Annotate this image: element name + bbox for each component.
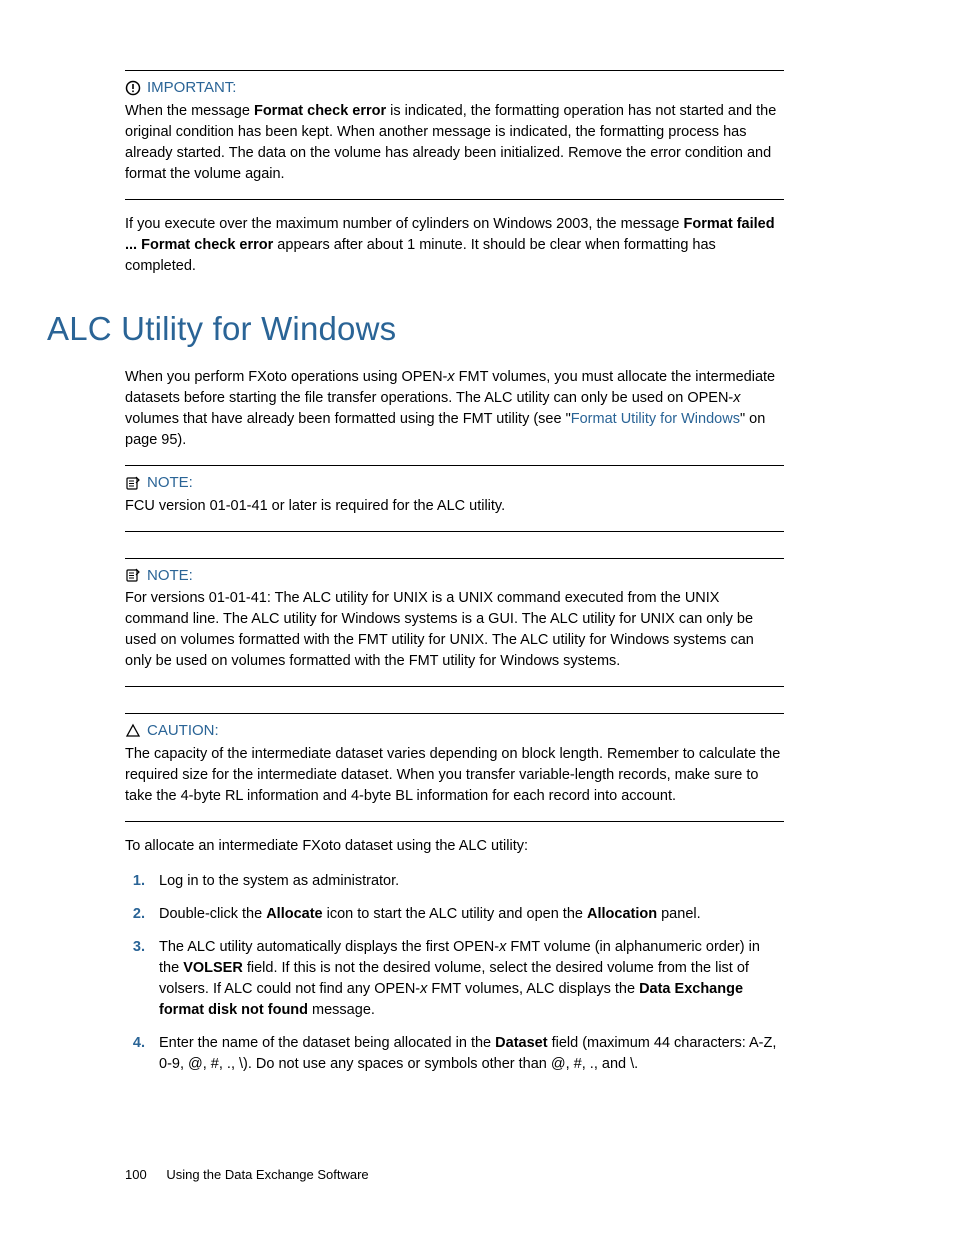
list-item: 4. Enter the name of the dataset being a… — [125, 1033, 784, 1075]
step-number: 2. — [125, 904, 145, 925]
rule — [125, 713, 784, 714]
text-bold: Format check error — [254, 103, 386, 119]
spacer — [125, 687, 784, 713]
text: volumes that have already been formatted… — [125, 411, 571, 427]
text: Enter the name of the dataset being allo… — [159, 1035, 495, 1051]
important-body: When the message Format check error is i… — [125, 99, 784, 193]
note-icon — [125, 567, 141, 583]
text: message. — [308, 1002, 375, 1018]
page-number: 100 — [125, 1167, 147, 1182]
text-bold: VOLSER — [183, 960, 243, 976]
text: icon to start the ALC utility and open t… — [323, 906, 587, 922]
rule — [125, 465, 784, 466]
caution-icon — [125, 723, 141, 739]
note-label: NOTE: — [147, 472, 193, 494]
note-label: NOTE: — [147, 565, 193, 587]
text: The ALC utility automatically displays t… — [159, 939, 499, 955]
text: Double-click the — [159, 906, 266, 922]
note-admonition: NOTE: For versions 01-01-41: The ALC uti… — [125, 565, 784, 681]
admon-header: CAUTION: — [125, 720, 784, 742]
text: When the message — [125, 103, 254, 119]
list-item: 1. Log in to the system as administrator… — [125, 871, 784, 892]
step-text: Double-click the Allocate icon to start … — [159, 904, 784, 925]
paragraph: To allocate an intermediate FXoto datase… — [125, 836, 784, 857]
paragraph: If you execute over the maximum number o… — [125, 214, 784, 277]
step-text: Log in to the system as administrator. — [159, 871, 784, 892]
rule — [125, 821, 784, 822]
admon-header: IMPORTANT: — [125, 77, 784, 99]
note-body: FCU version 01-01-41 or later is require… — [125, 494, 784, 525]
rule — [125, 199, 784, 200]
caution-admonition: CAUTION: The capacity of the intermediat… — [125, 720, 784, 815]
document-page: IMPORTANT: When the message Format check… — [0, 0, 954, 1235]
step-text: Enter the name of the dataset being allo… — [159, 1033, 784, 1075]
note-icon — [125, 475, 141, 491]
step-number: 1. — [125, 871, 145, 892]
step-text: The ALC utility automatically displays t… — [159, 937, 784, 1021]
text: If you execute over the maximum number o… — [125, 216, 684, 232]
section-heading: ALC Utility for Windows — [47, 305, 784, 353]
text-bold: Allocate — [266, 906, 322, 922]
list-item: 2. Double-click the Allocate icon to sta… — [125, 904, 784, 925]
text: FMT volumes, ALC displays the — [427, 981, 639, 997]
footer-title: Using the Data Exchange Software — [166, 1167, 368, 1182]
note-admonition: NOTE: FCU version 01-01-41 or later is r… — [125, 472, 784, 525]
ordered-steps: 1. Log in to the system as administrator… — [125, 871, 784, 1075]
important-icon — [125, 80, 141, 96]
rule — [125, 70, 784, 71]
admon-header: NOTE: — [125, 472, 784, 494]
text-bold: Allocation — [587, 906, 657, 922]
text-italic: x — [447, 369, 454, 385]
intro-paragraph: When you perform FXoto operations using … — [125, 367, 784, 451]
important-label: IMPORTANT: — [147, 77, 236, 99]
text: panel. — [657, 906, 701, 922]
admon-header: NOTE: — [125, 565, 784, 587]
text-bold: Dataset — [495, 1035, 547, 1051]
rule — [125, 558, 784, 559]
note-body: For versions 01-01-41: The ALC utility f… — [125, 586, 784, 680]
step-number: 3. — [125, 937, 145, 1021]
step-number: 4. — [125, 1033, 145, 1075]
caution-body: The capacity of the intermediate dataset… — [125, 742, 784, 815]
text-italic: x — [733, 390, 740, 406]
text: When you perform FXoto operations using … — [125, 369, 447, 385]
spacer — [125, 532, 784, 558]
xref-link[interactable]: Format Utility for Windows — [571, 411, 740, 427]
caution-label: CAUTION: — [147, 720, 219, 742]
list-item: 3. The ALC utility automatically display… — [125, 937, 784, 1021]
page-footer: 100 Using the Data Exchange Software — [125, 1166, 369, 1185]
important-admonition: IMPORTANT: When the message Format check… — [125, 77, 784, 193]
